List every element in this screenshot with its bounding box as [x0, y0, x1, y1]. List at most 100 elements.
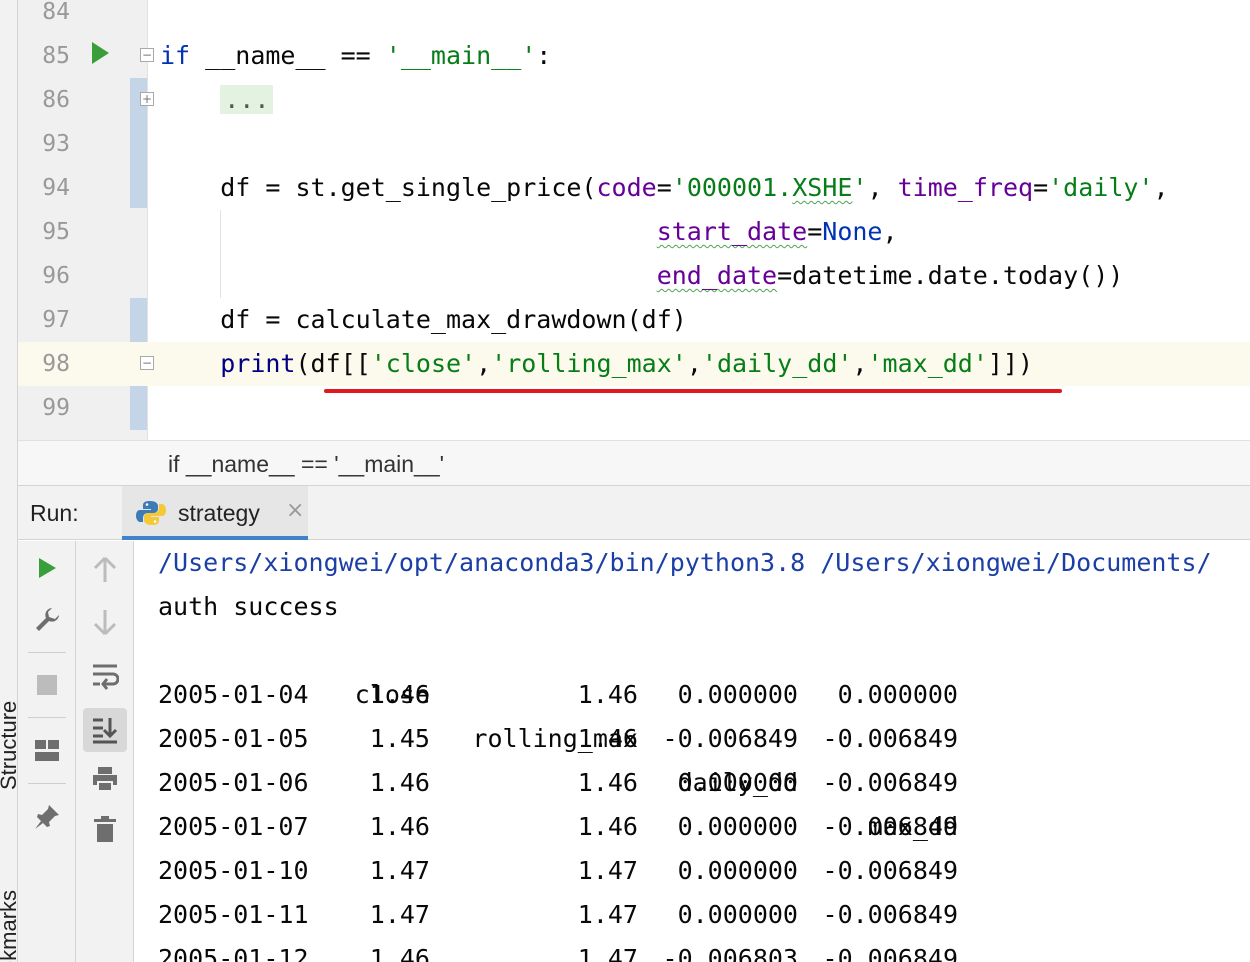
dataframe-cell: 1.47: [369, 856, 430, 885]
code-token: df = calculate_max_drawdown(df): [160, 305, 687, 334]
dataframe-cell: -0.006849: [822, 812, 958, 841]
code-token: start_date: [656, 217, 808, 246]
code-line[interactable]: 84: [18, 0, 1250, 34]
breadcrumb-bar: if __name__ == '__main__': [18, 440, 1250, 486]
line-number[interactable]: 85: [18, 34, 70, 78]
code-text[interactable]: start_date=None,: [160, 210, 898, 254]
row-index-date: 2005-01-06: [158, 768, 309, 797]
dataframe-cell: -0.006849: [822, 768, 958, 797]
layout-icon[interactable]: [29, 733, 65, 769]
down-arrow-icon[interactable]: [87, 604, 123, 640]
code-text[interactable]: df = calculate_max_drawdown(df): [160, 298, 687, 342]
row-index-date: 2005-01-07: [158, 812, 309, 841]
dataframe-row: 2005-01-12 1.46 1.47 -0.006803 -0.006849: [158, 937, 1158, 962]
line-number[interactable]: 97: [18, 298, 70, 342]
console-output[interactable]: /Users/xiongwei/opt/anaconda3/bin/python…: [134, 541, 1250, 962]
dataframe-row: 2005-01-07 1.46 1.46 0.000000 -0.006849: [158, 805, 1158, 849]
code-token: 'rolling_max': [491, 349, 687, 378]
code-token: ...: [220, 85, 274, 114]
code-text[interactable]: df = st.get_single_price(code='000001.XS…: [160, 166, 1169, 210]
code-token: :: [536, 41, 552, 70]
code-text[interactable]: ...: [160, 78, 274, 122]
dataframe-row: 2005-01-10 1.47 1.47 0.000000 -0.006849: [158, 849, 1158, 893]
scroll-to-end-icon[interactable]: [83, 708, 127, 752]
dataframe-cell: 0.000000: [677, 768, 798, 797]
dataframe-row: 2005-01-06 1.46 1.46 0.000000 -0.006849: [158, 761, 1158, 805]
bookmarks-panel-tab[interactable]: Bookmarks: [0, 890, 17, 962]
dataframe-cell: 1.47: [577, 900, 638, 929]
tab-close-icon[interactable]: ×: [286, 498, 304, 523]
code-line[interactable]: 97 df = calculate_max_drawdown(df): [18, 298, 1250, 342]
structure-panel-tab[interactable]: Structure: [0, 701, 17, 790]
line-number[interactable]: 99: [18, 386, 70, 430]
dataframe-cell: 1.46: [577, 768, 638, 797]
row-index-date: 2005-01-04: [158, 680, 309, 709]
code-token: '__main__': [385, 41, 537, 70]
code-token: 'daily': [1048, 173, 1154, 202]
code-line[interactable]: 94 df = st.get_single_price(code='000001…: [18, 166, 1250, 210]
dataframe-cell: -0.006849: [662, 724, 798, 753]
code-line[interactable]: 86 ...: [18, 78, 1250, 122]
code-line[interactable]: 95 start_date=None,: [18, 210, 1250, 254]
dataframe-cell: 1.45: [369, 724, 430, 753]
code-token: 'close': [370, 349, 477, 378]
trash-icon[interactable]: [87, 811, 123, 847]
dataframe-cell: -0.006803: [662, 944, 798, 962]
dataframe-cell: 1.47: [577, 944, 638, 962]
soft-wrap-icon[interactable]: [87, 658, 123, 694]
row-index-date: 2005-01-05: [158, 724, 309, 753]
fold-collapse-icon[interactable]: −: [140, 48, 154, 62]
row-index-date: 2005-01-10: [158, 856, 309, 885]
dataframe-row: 2005-01-04 1.46 1.46 0.000000 0.000000: [158, 673, 1158, 717]
code-text[interactable]: end_date=datetime.date.today()): [160, 254, 1124, 298]
code-token: =: [656, 173, 672, 202]
print-icon[interactable]: [87, 761, 123, 797]
run-tab-strategy[interactable]: strategy ×: [122, 486, 308, 540]
line-number[interactable]: 93: [18, 122, 70, 166]
breadcrumb[interactable]: if __name__ == '__main__': [168, 451, 444, 478]
dataframe-cell: 1.46: [369, 680, 430, 709]
stop-icon[interactable]: [29, 667, 65, 703]
line-number[interactable]: 86: [18, 78, 70, 122]
line-number[interactable]: 95: [18, 210, 70, 254]
code-editor[interactable]: 84 85 if __name__ == '__main__': 86 ... 93 94…: [18, 0, 1250, 440]
dataframe-cell: 1.46: [369, 944, 430, 962]
run-label: Run:: [30, 500, 79, 526]
code-token: ,: [1153, 173, 1169, 202]
code-line[interactable]: 85 if __name__ == '__main__':: [18, 34, 1250, 78]
dataframe-cell: -0.006849: [822, 724, 958, 753]
code-token: XSHE: [792, 173, 853, 202]
console-command-line[interactable]: /Users/xiongwei/opt/anaconda3/bin/python…: [158, 541, 1212, 585]
code-line[interactable]: 93: [18, 122, 1250, 166]
code-line[interactable]: 98 print(df[['close','rolling_max','dail…: [18, 342, 1250, 386]
dataframe-cell: 0.000000: [677, 680, 798, 709]
code-text[interactable]: if __name__ == '__main__':: [160, 34, 551, 78]
code-token: print: [220, 349, 296, 378]
row-index-date: 2005-01-12: [158, 944, 309, 962]
code-token: ,: [882, 217, 898, 246]
pin-icon[interactable]: [29, 799, 65, 835]
line-number[interactable]: 96: [18, 254, 70, 298]
line-number[interactable]: 94: [18, 166, 70, 210]
wrench-icon[interactable]: [29, 602, 65, 638]
up-arrow-icon[interactable]: [87, 552, 123, 588]
line-number[interactable]: 84: [18, 0, 70, 34]
code-token: '000001.: [671, 173, 793, 202]
code-text[interactable]: print(df[['close','rolling_max','daily_d…: [160, 342, 1033, 386]
code-token: time_freq: [897, 173, 1034, 202]
line-number[interactable]: 98: [18, 342, 70, 386]
run-icon[interactable]: [29, 550, 65, 586]
row-index-date: 2005-01-11: [158, 900, 309, 929]
code-token: ,: [476, 349, 492, 378]
fold-expand-icon[interactable]: +: [140, 92, 154, 106]
run-gutter-icon[interactable]: [92, 42, 109, 64]
fold-end-icon[interactable]: −: [140, 356, 154, 370]
code-line[interactable]: 96 end_date=datetime.date.today()): [18, 254, 1250, 298]
red-annotation-underline: [324, 389, 1062, 393]
dataframe-cell: 1.47: [577, 856, 638, 885]
dataframe-cell: 1.46: [577, 812, 638, 841]
dataframe-header: close rolling_max daily_dd max_dd: [158, 629, 1158, 841]
